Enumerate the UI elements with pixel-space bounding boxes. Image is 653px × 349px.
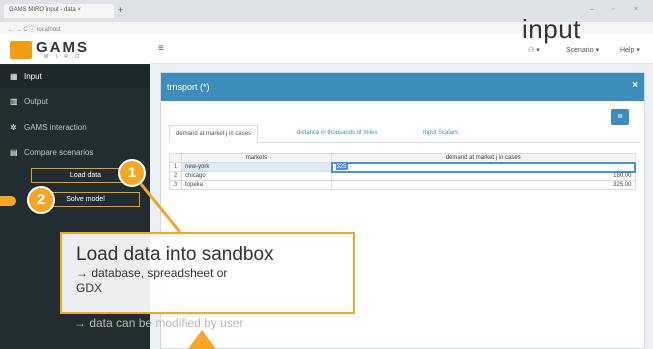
callout-line: GDX <box>76 281 103 295</box>
callout-title: Load data into sandbox <box>76 244 274 265</box>
callout-line-faded: → data can be modified by user <box>74 316 244 330</box>
screenshot-root: GAMS MIRO input - data × + – ▫ × ← → C ⓘ… <box>0 0 653 349</box>
annotation-callout: Load data into sandbox → database, sprea… <box>60 232 355 314</box>
annotation-arrow-up <box>188 330 216 349</box>
callout-line: → database, spreadsheet or <box>76 266 228 280</box>
